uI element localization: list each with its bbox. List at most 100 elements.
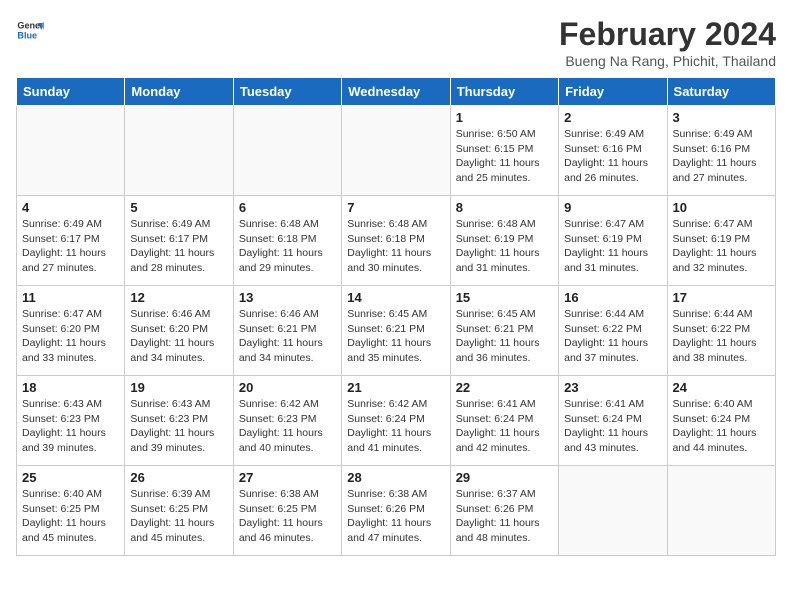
- calendar-cell: 27 Sunrise: 6:38 AM Sunset: 6:25 PM Dayli…: [233, 466, 341, 556]
- day-number: 24: [673, 380, 770, 395]
- day-info: Sunrise: 6:37 AM Sunset: 6:26 PM Dayligh…: [456, 487, 553, 546]
- weekday-header-tuesday: Tuesday: [233, 78, 341, 106]
- week-row-2: 4 Sunrise: 6:49 AM Sunset: 6:17 PM Daylig…: [17, 196, 776, 286]
- day-info: Sunrise: 6:39 AM Sunset: 6:25 PM Dayligh…: [130, 487, 227, 546]
- day-info: Sunrise: 6:44 AM Sunset: 6:22 PM Dayligh…: [673, 307, 770, 366]
- day-info: Sunrise: 6:43 AM Sunset: 6:23 PM Dayligh…: [22, 397, 119, 456]
- day-number: 21: [347, 380, 444, 395]
- calendar-cell: 11 Sunrise: 6:47 AM Sunset: 6:20 PM Dayli…: [17, 286, 125, 376]
- calendar-cell: [233, 106, 341, 196]
- calendar-cell: 1 Sunrise: 6:50 AM Sunset: 6:15 PM Daylig…: [450, 106, 558, 196]
- day-number: 13: [239, 290, 336, 305]
- day-number: 6: [239, 200, 336, 215]
- calendar-table: SundayMondayTuesdayWednesdayThursdayFrid…: [16, 77, 776, 556]
- day-info: Sunrise: 6:47 AM Sunset: 6:20 PM Dayligh…: [22, 307, 119, 366]
- weekday-header-saturday: Saturday: [667, 78, 775, 106]
- day-number: 12: [130, 290, 227, 305]
- calendar-cell: 4Sunrise: 6:49 AM Sunset: 6:17 PM Daylig…: [17, 196, 125, 286]
- day-info: Sunrise: 6:49 AM Sunset: 6:17 PM Dayligh…: [130, 217, 227, 276]
- day-number: 14: [347, 290, 444, 305]
- calendar-cell: 19 Sunrise: 6:43 AM Sunset: 6:23 PM Dayli…: [125, 376, 233, 466]
- day-info: Sunrise: 6:38 AM Sunset: 6:25 PM Dayligh…: [239, 487, 336, 546]
- month-title: February 2024: [559, 16, 776, 53]
- calendar-cell: 9Sunrise: 6:47 AM Sunset: 6:19 PM Daylig…: [559, 196, 667, 286]
- day-number: 23: [564, 380, 661, 395]
- day-info: Sunrise: 6:42 AM Sunset: 6:23 PM Dayligh…: [239, 397, 336, 456]
- calendar-cell: 7Sunrise: 6:48 AM Sunset: 6:18 PM Daylig…: [342, 196, 450, 286]
- day-number: 11: [22, 290, 119, 305]
- weekday-header-row: SundayMondayTuesdayWednesdayThursdayFrid…: [17, 78, 776, 106]
- day-info: Sunrise: 6:46 AM Sunset: 6:21 PM Dayligh…: [239, 307, 336, 366]
- calendar-cell: 2 Sunrise: 6:49 AM Sunset: 6:16 PM Daylig…: [559, 106, 667, 196]
- calendar-cell: 29 Sunrise: 6:37 AM Sunset: 6:26 PM Dayli…: [450, 466, 558, 556]
- day-number: 29: [456, 470, 553, 485]
- day-number: 16: [564, 290, 661, 305]
- calendar-cell: 5Sunrise: 6:49 AM Sunset: 6:17 PM Daylig…: [125, 196, 233, 286]
- calendar-cell: 17 Sunrise: 6:44 AM Sunset: 6:22 PM Dayli…: [667, 286, 775, 376]
- calendar-cell: 15 Sunrise: 6:45 AM Sunset: 6:21 PM Dayli…: [450, 286, 558, 376]
- calendar-cell: 8 Sunrise: 6:48 AM Sunset: 6:19 PM Daylig…: [450, 196, 558, 286]
- day-number: 1: [456, 110, 553, 125]
- svg-text:Blue: Blue: [17, 30, 37, 40]
- day-info: Sunrise: 6:45 AM Sunset: 6:21 PM Dayligh…: [347, 307, 444, 366]
- week-row-1: 1 Sunrise: 6:50 AM Sunset: 6:15 PM Daylig…: [17, 106, 776, 196]
- day-number: 26: [130, 470, 227, 485]
- day-number: 7: [347, 200, 444, 215]
- day-number: 15: [456, 290, 553, 305]
- calendar-cell: 22 Sunrise: 6:41 AM Sunset: 6:24 PM Dayli…: [450, 376, 558, 466]
- weekday-header-thursday: Thursday: [450, 78, 558, 106]
- calendar-cell: 16 Sunrise: 6:44 AM Sunset: 6:22 PM Dayli…: [559, 286, 667, 376]
- calendar-cell: 13 Sunrise: 6:46 AM Sunset: 6:21 PM Dayli…: [233, 286, 341, 376]
- day-number: 22: [456, 380, 553, 395]
- logo-icon: General Blue: [16, 16, 44, 44]
- day-info: Sunrise: 6:43 AM Sunset: 6:23 PM Dayligh…: [130, 397, 227, 456]
- location-title: Bueng Na Rang, Phichit, Thailand: [559, 53, 776, 69]
- calendar-cell: [667, 466, 775, 556]
- week-row-3: 11 Sunrise: 6:47 AM Sunset: 6:20 PM Dayli…: [17, 286, 776, 376]
- week-row-4: 18Sunrise: 6:43 AM Sunset: 6:23 PM Dayli…: [17, 376, 776, 466]
- day-number: 8: [456, 200, 553, 215]
- calendar-cell: 14 Sunrise: 6:45 AM Sunset: 6:21 PM Dayli…: [342, 286, 450, 376]
- day-number: 27: [239, 470, 336, 485]
- title-area: February 2024 Bueng Na Rang, Phichit, Th…: [559, 16, 776, 69]
- day-info: Sunrise: 6:40 AM Sunset: 6:24 PM Dayligh…: [673, 397, 770, 456]
- day-info: Sunrise: 6:38 AM Sunset: 6:26 PM Dayligh…: [347, 487, 444, 546]
- day-info: Sunrise: 6:44 AM Sunset: 6:22 PM Dayligh…: [564, 307, 661, 366]
- weekday-header-monday: Monday: [125, 78, 233, 106]
- day-number: 4: [22, 200, 119, 215]
- calendar-cell: 20 Sunrise: 6:42 AM Sunset: 6:23 PM Dayli…: [233, 376, 341, 466]
- day-number: 2: [564, 110, 661, 125]
- day-info: Sunrise: 6:41 AM Sunset: 6:24 PM Dayligh…: [564, 397, 661, 456]
- day-number: 20: [239, 380, 336, 395]
- calendar-cell: 12Sunrise: 6:46 AM Sunset: 6:20 PM Dayli…: [125, 286, 233, 376]
- logo: General Blue: [16, 16, 44, 44]
- day-info: Sunrise: 6:50 AM Sunset: 6:15 PM Dayligh…: [456, 127, 553, 186]
- day-number: 19: [130, 380, 227, 395]
- day-info: Sunrise: 6:42 AM Sunset: 6:24 PM Dayligh…: [347, 397, 444, 456]
- day-number: 17: [673, 290, 770, 305]
- header: General Blue February 2024 Bueng Na Rang…: [16, 16, 776, 69]
- calendar-cell: 23 Sunrise: 6:41 AM Sunset: 6:24 PM Dayli…: [559, 376, 667, 466]
- calendar-cell: [342, 106, 450, 196]
- day-number: 28: [347, 470, 444, 485]
- calendar-cell: 18Sunrise: 6:43 AM Sunset: 6:23 PM Dayli…: [17, 376, 125, 466]
- day-info: Sunrise: 6:47 AM Sunset: 6:19 PM Dayligh…: [564, 217, 661, 276]
- calendar-cell: 25Sunrise: 6:40 AM Sunset: 6:25 PM Dayli…: [17, 466, 125, 556]
- calendar-cell: 26 Sunrise: 6:39 AM Sunset: 6:25 PM Dayli…: [125, 466, 233, 556]
- weekday-header-wednesday: Wednesday: [342, 78, 450, 106]
- day-info: Sunrise: 6:47 AM Sunset: 6:19 PM Dayligh…: [673, 217, 770, 276]
- weekday-header-sunday: Sunday: [17, 78, 125, 106]
- weekday-header-friday: Friday: [559, 78, 667, 106]
- day-info: Sunrise: 6:49 AM Sunset: 6:16 PM Dayligh…: [673, 127, 770, 186]
- day-info: Sunrise: 6:49 AM Sunset: 6:16 PM Dayligh…: [564, 127, 661, 186]
- day-number: 10: [673, 200, 770, 215]
- calendar-cell: 28 Sunrise: 6:38 AM Sunset: 6:26 PM Dayli…: [342, 466, 450, 556]
- calendar-cell: [125, 106, 233, 196]
- day-info: Sunrise: 6:40 AM Sunset: 6:25 PM Dayligh…: [22, 487, 119, 546]
- day-info: Sunrise: 6:45 AM Sunset: 6:21 PM Dayligh…: [456, 307, 553, 366]
- week-row-5: 25Sunrise: 6:40 AM Sunset: 6:25 PM Dayli…: [17, 466, 776, 556]
- calendar-cell: 24 Sunrise: 6:40 AM Sunset: 6:24 PM Dayli…: [667, 376, 775, 466]
- day-info: Sunrise: 6:41 AM Sunset: 6:24 PM Dayligh…: [456, 397, 553, 456]
- day-number: 3: [673, 110, 770, 125]
- day-info: Sunrise: 6:48 AM Sunset: 6:19 PM Dayligh…: [456, 217, 553, 276]
